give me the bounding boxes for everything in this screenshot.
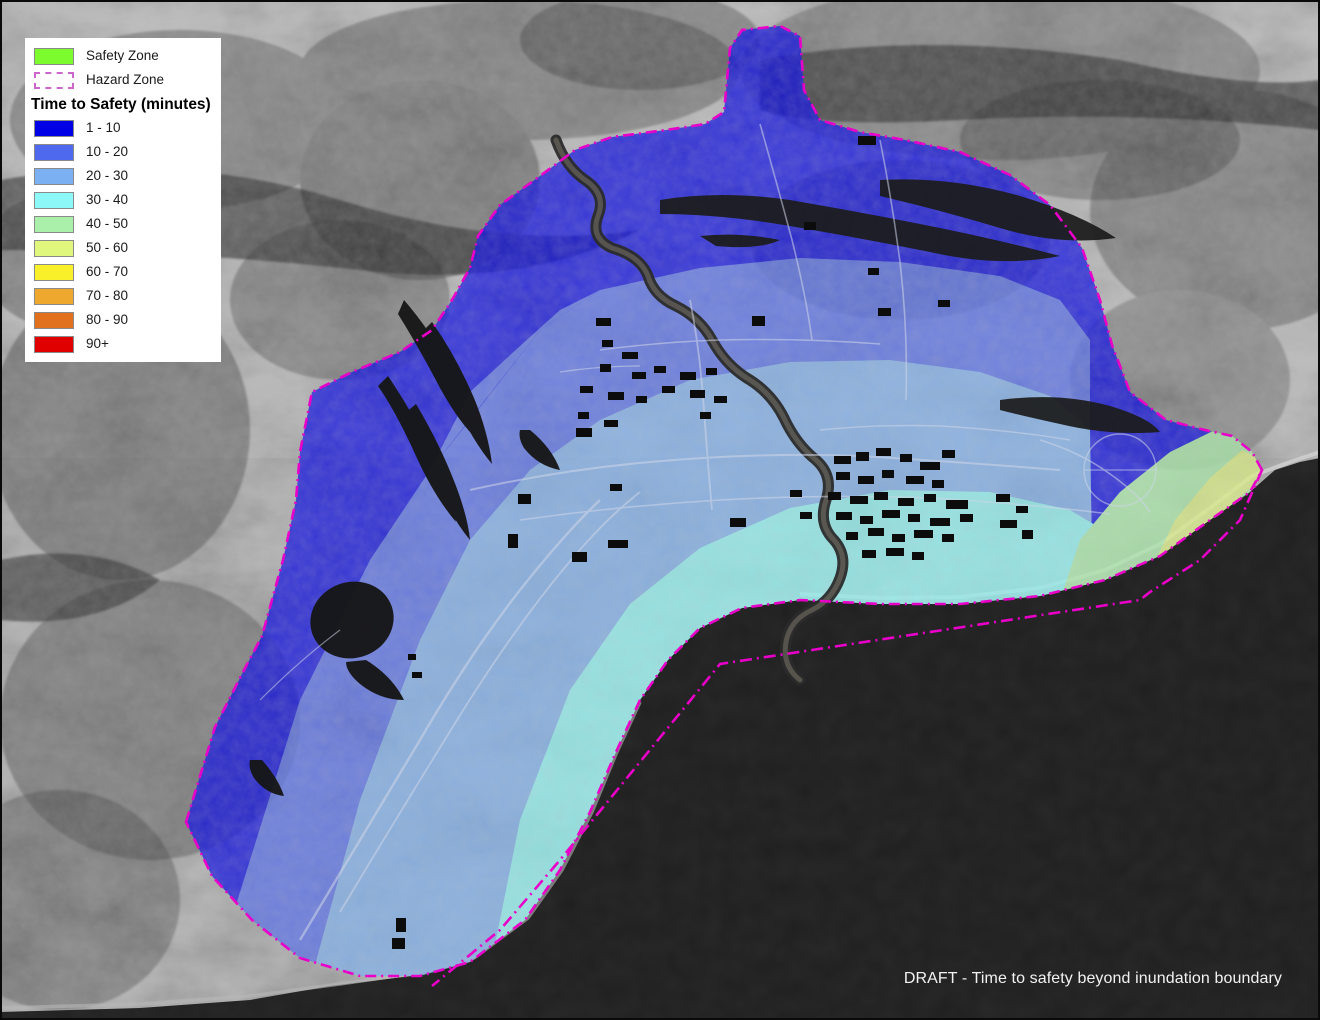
legend-item-time-band[interactable]: 70 - 80	[25, 284, 221, 308]
legend-item-time-band[interactable]: 50 - 60	[25, 236, 221, 260]
legend-item-time-band[interactable]: 60 - 70	[25, 260, 221, 284]
legend-item-safety-zone[interactable]: Safety Zone	[25, 44, 221, 68]
color-swatch-icon	[34, 119, 74, 137]
legend-item-time-band[interactable]: 1 - 10	[25, 116, 221, 140]
color-swatch-icon	[34, 287, 74, 305]
color-swatch-icon	[34, 239, 74, 257]
legend-label-hazard-zone: Hazard Zone	[86, 72, 165, 88]
color-swatch-icon	[34, 191, 74, 209]
legend-title: Time to Safety (minutes)	[31, 96, 211, 113]
legend-label-time-band: 30 - 40	[86, 192, 129, 208]
legend-item-time-band[interactable]: 90+	[25, 332, 221, 356]
legend-label-time-band: 60 - 70	[86, 264, 129, 280]
map-caption: DRAFT - Time to safety beyond inundation…	[903, 970, 1282, 987]
legend-label-time-band: 40 - 50	[86, 216, 129, 232]
legend-item-time-band[interactable]: 30 - 40	[25, 188, 221, 212]
legend-label-time-band: 1 - 10	[86, 120, 121, 136]
map-legend: Safety Zone Hazard Zone Time to Safety (…	[25, 38, 221, 363]
legend-label-time-band: 80 - 90	[86, 312, 129, 328]
map-canvas[interactable]: Safety Zone Hazard Zone Time to Safety (…	[0, 0, 1320, 1020]
legend-item-time-band[interactable]: 40 - 50	[25, 212, 221, 236]
color-swatch-icon	[34, 215, 74, 233]
color-swatch-icon	[34, 335, 74, 353]
green-square-icon	[34, 47, 74, 65]
legend-label-time-band: 10 - 20	[86, 144, 129, 160]
legend-label-safety-zone: Safety Zone	[86, 48, 159, 64]
legend-label-time-band: 90+	[86, 336, 109, 352]
color-swatch-icon	[34, 143, 74, 161]
legend-label-time-band: 70 - 80	[86, 288, 129, 304]
legend-item-time-band[interactable]: 20 - 30	[25, 164, 221, 188]
color-swatch-icon	[34, 167, 74, 185]
legend-ramp: 1 - 10 10 - 20 20 - 30 30 - 40 40 - 50 50 - 6…	[25, 116, 221, 356]
dashed-rectangle-icon	[34, 71, 74, 89]
color-swatch-icon	[34, 263, 74, 281]
color-swatch-icon	[34, 311, 74, 329]
legend-label-time-band: 20 - 30	[86, 168, 129, 184]
legend-item-time-band[interactable]: 80 - 90	[25, 308, 221, 332]
legend-item-hazard-zone[interactable]: Hazard Zone	[25, 68, 221, 92]
legend-label-time-band: 50 - 60	[86, 240, 129, 256]
legend-item-time-band[interactable]: 10 - 20	[25, 140, 221, 164]
